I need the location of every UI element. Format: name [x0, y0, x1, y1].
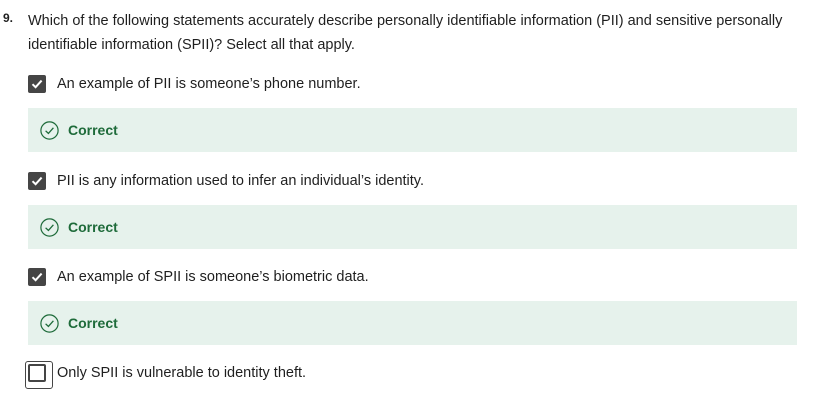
option-1[interactable]: An example of PII is someone’s phone num…: [28, 74, 361, 94]
feedback-label: Correct: [68, 315, 118, 331]
checkbox-checked[interactable]: [28, 268, 46, 286]
checkbox-checked[interactable]: [28, 172, 46, 190]
feedback-correct: Correct: [28, 205, 797, 249]
feedback-label: Correct: [68, 122, 118, 138]
option-label: An example of SPII is someone’s biometri…: [57, 269, 369, 285]
check-circle-icon: [40, 217, 59, 237]
feedback-label: Correct: [68, 219, 118, 235]
checkbox-checked[interactable]: [28, 75, 46, 93]
checkmark-icon: [31, 272, 43, 282]
checkbox-unchecked[interactable]: [25, 361, 53, 389]
option-label: Only SPII is vulnerable to identity thef…: [57, 365, 307, 381]
feedback-correct: Correct: [28, 108, 797, 152]
focus-ring: [25, 361, 53, 389]
option-label: An example of PII is someone’s phone num…: [57, 76, 361, 92]
question-text: Which of the following statements accura…: [28, 13, 783, 53]
feedback-correct: Correct: [28, 301, 797, 345]
checkmark-icon: [31, 176, 43, 186]
check-circle-icon: [40, 313, 59, 333]
option-3[interactable]: An example of SPII is someone’s biometri…: [28, 267, 369, 287]
check-circle-icon: [40, 120, 59, 140]
option-label: PII is any information used to infer an …: [57, 173, 424, 189]
question-number: 9.: [3, 11, 14, 25]
option-4[interactable]: Only SPII is vulnerable to identity thef…: [25, 361, 307, 389]
checkmark-icon: [31, 79, 43, 89]
option-2[interactable]: PII is any information used to infer an …: [28, 171, 424, 191]
